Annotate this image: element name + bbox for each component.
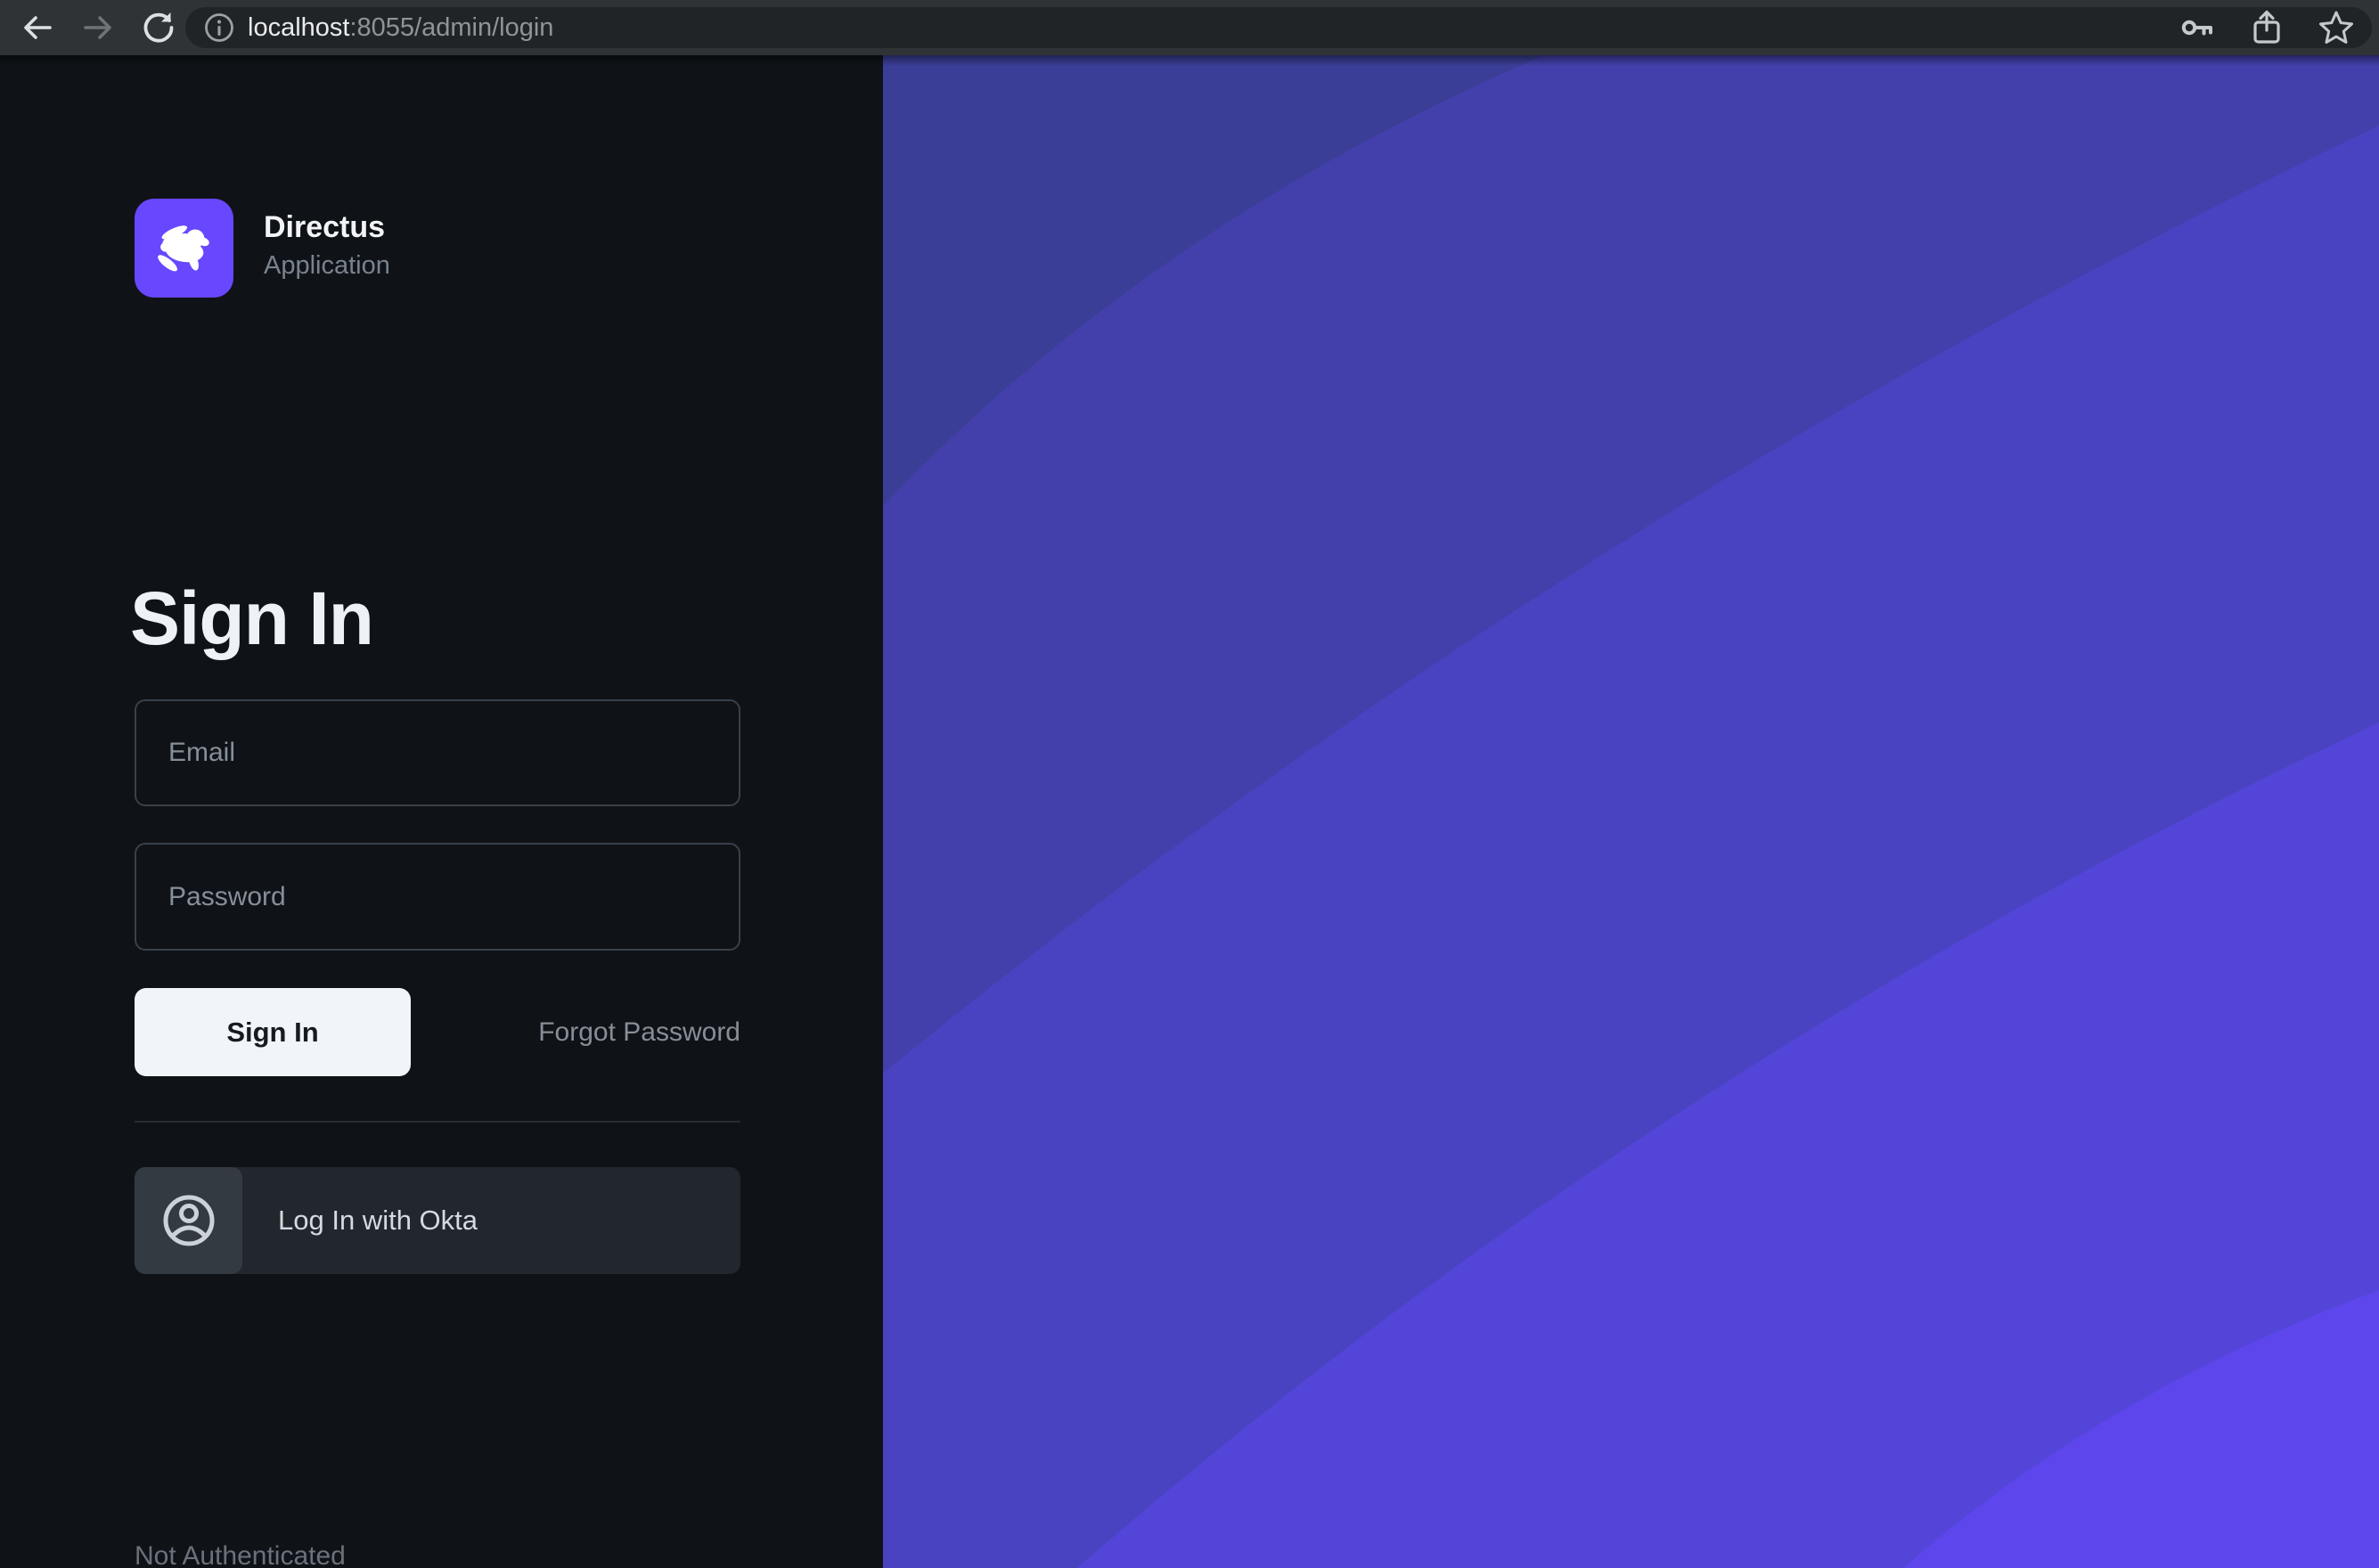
divider — [135, 1121, 740, 1123]
brand-title: Directus — [264, 208, 390, 247]
okta-login-button[interactable]: Log In with Okta — [135, 1167, 740, 1274]
reload-button[interactable] — [134, 3, 184, 53]
share-icon[interactable] — [2247, 8, 2286, 47]
reload-icon — [140, 9, 177, 46]
forward-arrow-icon — [80, 10, 116, 45]
okta-label: Log In with Okta — [278, 1205, 478, 1237]
site-info-icon[interactable] — [203, 12, 235, 44]
address-bar[interactable]: localhost:8055/admin/login — [185, 7, 2372, 48]
password-field[interactable] — [135, 843, 740, 951]
page-title: Sign In — [130, 576, 373, 662]
status-text: Not Authenticated — [135, 1541, 346, 1568]
back-arrow-icon — [20, 10, 55, 45]
url-host: localhost — [248, 13, 349, 42]
directus-logo — [135, 199, 233, 298]
login-panel: Directus Application Sign In Sign In For… — [0, 55, 883, 1568]
directus-rabbit-icon — [146, 210, 223, 287]
brand-subtitle: Application — [264, 247, 390, 284]
art-panel — [883, 55, 2379, 1568]
back-button[interactable] — [12, 3, 62, 53]
brand-text: Directus Application — [264, 199, 390, 298]
password-key-icon[interactable] — [2178, 8, 2217, 47]
omnibox-actions — [2178, 7, 2356, 48]
url-path: :8055/admin/login — [349, 13, 553, 42]
forward-button[interactable] — [73, 3, 123, 53]
brand-header: Directus Application — [135, 199, 390, 298]
email-field[interactable] — [135, 699, 740, 806]
url-text[interactable]: localhost:8055/admin/login — [248, 13, 553, 43]
okta-icon-box — [135, 1167, 242, 1274]
browser-toolbar: localhost:8055/admin/login — [0, 0, 2379, 55]
forgot-password-link[interactable]: Forgot Password — [135, 1017, 740, 1048]
account-circle-icon — [158, 1189, 220, 1252]
browser-window: localhost:8055/admin/login — [0, 0, 2379, 1568]
bookmark-star-icon[interactable] — [2317, 8, 2356, 47]
wave-background — [883, 55, 2379, 1568]
